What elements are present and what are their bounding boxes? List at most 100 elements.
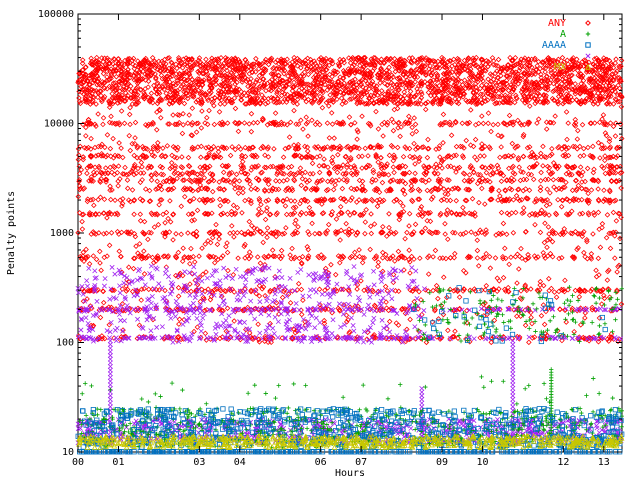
data-point-any bbox=[498, 209, 505, 216]
data-point-any bbox=[618, 301, 625, 307]
data-point-any bbox=[115, 163, 122, 169]
data-point-any bbox=[129, 187, 136, 193]
data-point-any bbox=[590, 231, 596, 237]
data-point-any bbox=[540, 163, 546, 169]
data-point-any bbox=[316, 286, 323, 293]
data-point-any bbox=[231, 234, 237, 240]
data-point-any bbox=[390, 177, 396, 183]
data-point-any bbox=[412, 79, 418, 85]
data-point-any bbox=[179, 130, 186, 137]
data-point-any bbox=[305, 133, 311, 139]
data-point-any bbox=[242, 197, 248, 204]
data-point-any bbox=[287, 300, 294, 306]
data-point-any bbox=[460, 204, 466, 211]
data-point-any bbox=[180, 122, 187, 128]
data-point-any bbox=[395, 248, 402, 255]
data-point-any bbox=[198, 154, 204, 161]
data-point-any bbox=[148, 177, 155, 183]
data-point-any bbox=[97, 194, 104, 201]
data-point-any bbox=[612, 255, 618, 261]
data-point-any bbox=[516, 266, 522, 272]
data-point-any bbox=[124, 177, 131, 183]
data-point-any bbox=[404, 229, 410, 236]
data-point-any bbox=[496, 187, 502, 194]
data-point-any bbox=[335, 151, 341, 158]
data-point-any bbox=[449, 186, 456, 192]
data-point-any bbox=[257, 260, 264, 266]
data-point-any bbox=[394, 144, 401, 151]
data-point-any bbox=[176, 316, 183, 323]
data-point-any bbox=[380, 223, 386, 230]
data-point-any bbox=[356, 145, 362, 152]
data-point-any bbox=[232, 105, 239, 112]
data-point-any bbox=[476, 199, 482, 206]
data-point-any bbox=[487, 265, 494, 271]
data-point-any bbox=[298, 286, 305, 293]
data-point-any bbox=[510, 197, 517, 203]
data-point-any bbox=[278, 247, 285, 254]
data-point-any bbox=[108, 230, 115, 236]
data-point-any bbox=[545, 224, 552, 230]
data-point-any bbox=[211, 121, 218, 128]
data-point-any bbox=[110, 135, 116, 142]
data-point-any bbox=[239, 210, 245, 216]
data-point-any bbox=[613, 56, 619, 62]
data-point-any bbox=[100, 70, 107, 77]
data-point-any bbox=[329, 121, 336, 127]
data-point-any bbox=[607, 245, 614, 252]
data-point-any bbox=[137, 218, 144, 224]
data-point-any bbox=[409, 124, 415, 131]
data-point-any bbox=[448, 132, 455, 139]
data-point-any bbox=[209, 188, 216, 195]
data-point-any bbox=[438, 302, 445, 309]
data-point-any bbox=[406, 210, 413, 217]
data-point-any bbox=[475, 120, 482, 127]
data-point-any bbox=[330, 186, 337, 193]
data-point-any bbox=[538, 169, 544, 176]
data-point-any bbox=[604, 212, 611, 218]
data-point-any bbox=[356, 197, 362, 203]
data-point-any bbox=[235, 255, 241, 261]
data-point-any bbox=[153, 127, 160, 133]
data-point-any bbox=[400, 153, 407, 160]
data-point-any bbox=[156, 201, 162, 208]
data-point-any bbox=[508, 254, 514, 261]
data-point-any bbox=[575, 127, 581, 134]
data-point-any bbox=[445, 236, 451, 243]
data-point-any bbox=[359, 165, 365, 171]
data-point-any bbox=[306, 204, 313, 211]
data-point-any bbox=[217, 196, 223, 203]
data-point-any bbox=[107, 145, 114, 152]
data-point-any bbox=[178, 231, 184, 238]
data-point-any bbox=[512, 99, 518, 106]
data-point-any bbox=[354, 286, 360, 292]
data-point-any bbox=[537, 229, 544, 236]
data-point-any bbox=[500, 274, 507, 281]
data-point-any bbox=[386, 211, 392, 217]
data-point-any bbox=[474, 237, 481, 244]
data-point-any bbox=[618, 185, 624, 191]
data-point-any bbox=[348, 170, 355, 177]
data-point-any bbox=[379, 255, 386, 261]
data-point-any bbox=[230, 272, 237, 278]
data-point-any bbox=[531, 334, 538, 340]
data-point-any bbox=[579, 122, 586, 128]
data-point-any bbox=[138, 297, 144, 303]
data-point-any bbox=[196, 253, 202, 259]
data-point-any bbox=[106, 242, 113, 249]
data-point-any bbox=[407, 270, 413, 276]
data-point-any bbox=[246, 218, 253, 225]
data-point-any bbox=[160, 145, 166, 151]
data-point-any bbox=[490, 122, 496, 128]
data-marks bbox=[75, 54, 625, 455]
data-point-any bbox=[154, 178, 160, 185]
data-point-any bbox=[381, 80, 388, 87]
data-point-any bbox=[122, 164, 128, 171]
data-point-any bbox=[368, 230, 375, 237]
data-point-any bbox=[572, 81, 578, 87]
data-point-any bbox=[518, 288, 524, 294]
data-point-any bbox=[512, 209, 519, 216]
data-point-any bbox=[283, 225, 289, 231]
data-point-any bbox=[104, 132, 111, 138]
data-point-any bbox=[127, 104, 133, 111]
